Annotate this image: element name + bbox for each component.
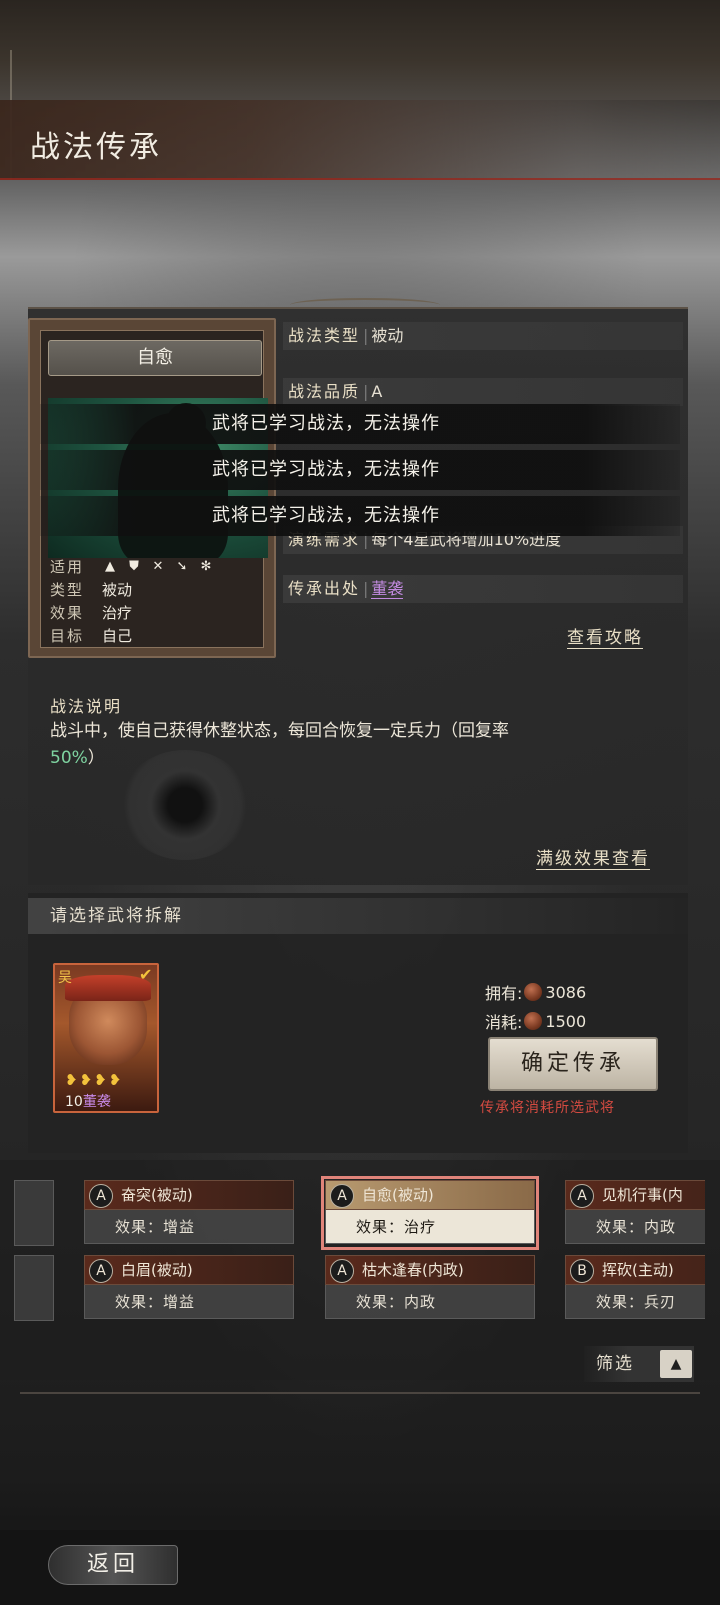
- back-button[interactable]: 返回: [48, 1545, 178, 1585]
- skill-effect: 效果：内政: [565, 1210, 705, 1244]
- page-title: 战法传承: [30, 130, 162, 165]
- skill-effect: 效果：内政: [325, 1285, 535, 1319]
- toast-message: 武将已学习战法，无法操作: [40, 450, 680, 490]
- skill-effect: 效果：增益: [84, 1285, 294, 1319]
- chevron-up-icon[interactable]: ▲: [660, 1350, 692, 1378]
- copper-coin-icon: [524, 1012, 543, 1030]
- skill-type-value: 被动: [371, 326, 404, 345]
- toast-message: 武将已学习战法，无法操作: [40, 404, 680, 444]
- skill-list-item[interactable]: A 枯木逢春(内政) 效果：内政: [325, 1255, 535, 1321]
- hero-stars: ❥❥❥❥: [65, 1071, 124, 1089]
- shield-icon: ⛊: [129, 558, 139, 574]
- skill-effect: 效果：增益: [84, 1210, 294, 1244]
- hero-name: 董袭: [82, 1094, 111, 1110]
- list-item-partial[interactable]: [14, 1255, 54, 1321]
- skill-list-item[interactable]: A 白眉(被动) 效果：增益: [84, 1255, 294, 1321]
- weapon-icons: ▲ ⛊ ✕ ➘ ✻: [102, 559, 214, 575]
- info-row-source: 传承出处 | 董袭: [283, 575, 683, 603]
- skill-name: 挥砍(主动): [602, 1261, 674, 1279]
- top-banner: [0, 0, 720, 100]
- skill-type-label: 战法类型: [288, 326, 361, 345]
- grade-badge: A: [89, 1259, 113, 1283]
- skill-quality-value: A: [371, 382, 383, 401]
- applicable-label: 适用: [50, 558, 85, 576]
- owned-value: 3086: [545, 982, 587, 1002]
- recovery-rate: 50%: [50, 748, 88, 768]
- cost-label: 消耗:: [485, 1013, 523, 1032]
- selected-check-icon: ✔: [139, 965, 153, 984]
- skill-name: 白眉(被动): [121, 1261, 193, 1279]
- ink-swirl-decoration: [120, 750, 250, 860]
- skill-list-item[interactable]: B 挥砍(主动) 效果：兵刃: [565, 1255, 705, 1321]
- effect-label: 效果: [50, 604, 85, 622]
- confirm-warning: 传承将消耗所选武将: [480, 1100, 615, 1116]
- bow-icon: ✕: [152, 558, 164, 574]
- info-row-quality: 战法品质 | A: [283, 378, 683, 406]
- hero-card[interactable]: 吴 ✔ ❥❥❥❥ 10董袭: [53, 963, 159, 1113]
- cavalry-icon: ▲: [105, 558, 115, 574]
- skill-name: 奋突(被动): [121, 1186, 193, 1204]
- description-body: 战斗中，使自己获得休整状态，每回合恢复一定兵力（回复率: [50, 721, 509, 741]
- source-label: 传承出处: [288, 579, 361, 598]
- applicable-row: 适用 ▲ ⛊ ✕ ➘ ✻: [50, 555, 270, 578]
- source-hero-link[interactable]: 董袭: [371, 579, 404, 599]
- skill-card-info: 适用 ▲ ⛊ ✕ ➘ ✻ 类型 被动 效果 治疗 目标 自己: [50, 555, 270, 647]
- target-value: 自己: [102, 627, 133, 645]
- grade-badge: A: [89, 1184, 113, 1208]
- skill-name: 见机行事(内: [602, 1186, 683, 1204]
- chariot-icon: ✻: [200, 558, 212, 574]
- toast-message: 武将已学习战法，无法操作: [40, 496, 680, 536]
- confirm-inherit-button[interactable]: 确定传承: [488, 1037, 658, 1091]
- hero-level-name: 10董袭: [65, 1091, 111, 1111]
- spear-icon: ➘: [176, 558, 188, 574]
- grade-badge: B: [570, 1259, 594, 1283]
- cost-resource: 消耗: 1500: [485, 1009, 586, 1033]
- owned-label: 拥有:: [485, 984, 523, 1003]
- selection-header: 请选择武将拆解: [28, 898, 688, 934]
- cost-value: 1500: [545, 1011, 587, 1031]
- grade-badge: A: [330, 1184, 354, 1208]
- skill-list-item[interactable]: A 奋突(被动) 效果：增益: [84, 1180, 294, 1246]
- effect-value: 治疗: [102, 604, 133, 622]
- info-row-type: 战法类型 | 被动: [283, 322, 683, 350]
- skill-list-item-selected[interactable]: A 自愈(被动) 效果：治疗: [321, 1176, 539, 1250]
- description-end: ）: [87, 748, 105, 768]
- view-guide-link[interactable]: 查看攻略: [567, 623, 643, 649]
- title-bar: 战法传承: [0, 100, 720, 180]
- type-label: 类型: [50, 581, 85, 599]
- divider: [20, 1392, 700, 1394]
- list-item-partial[interactable]: [14, 1180, 54, 1246]
- max-level-effect-link[interactable]: 满级效果查看: [536, 844, 650, 870]
- effect-row: 效果 治疗: [50, 601, 270, 624]
- owned-resource: 拥有: 3086: [485, 980, 586, 1004]
- type-row: 类型 被动: [50, 578, 270, 601]
- hero-level: 10: [65, 1094, 83, 1110]
- skill-name: 自愈(被动): [362, 1186, 434, 1204]
- type-value: 被动: [102, 581, 133, 599]
- skill-effect: 效果：兵刃: [565, 1285, 705, 1319]
- target-label: 目标: [50, 627, 85, 645]
- grade-badge: A: [330, 1259, 354, 1283]
- grade-badge: A: [570, 1184, 594, 1208]
- skill-quality-label: 战法品质: [288, 382, 361, 401]
- copper-coin-icon: [524, 983, 543, 1001]
- description-title: 战法说明: [50, 697, 123, 716]
- skill-effect: 效果：治疗: [325, 1210, 535, 1244]
- skill-list-item[interactable]: A 见机行事(内 效果：内政: [565, 1180, 705, 1246]
- skill-card-name: 自愈: [48, 340, 262, 376]
- target-row: 目标 自己: [50, 624, 270, 647]
- faction-badge: 吴: [58, 970, 72, 986]
- skill-name: 枯木逢春(内政): [362, 1261, 464, 1279]
